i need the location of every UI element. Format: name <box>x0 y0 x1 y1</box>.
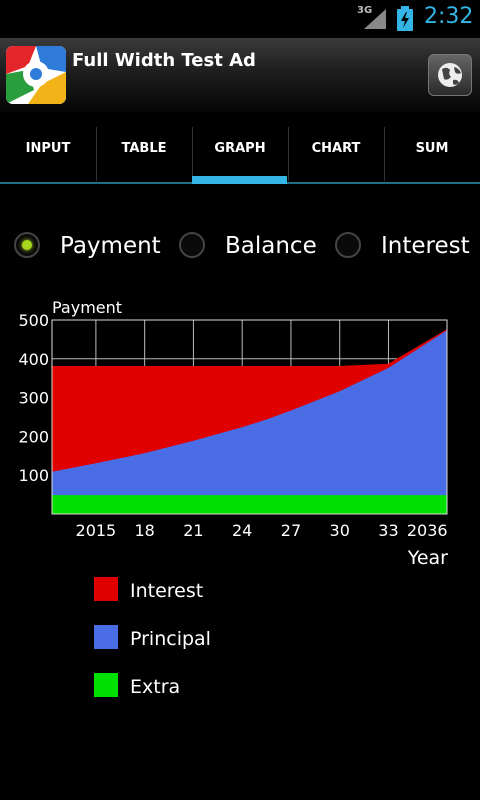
x-tick-label: 18 <box>134 521 154 540</box>
ad-title: Full Width Test Ad <box>72 50 256 71</box>
legend-swatch-principal <box>94 625 118 649</box>
y-tick-label: 100 <box>18 466 49 485</box>
legend-swatch-interest <box>94 577 118 601</box>
radio-balance-label[interactable]: Balance <box>225 233 317 259</box>
x-tick-label: 30 <box>330 521 350 540</box>
tab-graph[interactable]: GRAPH <box>192 124 288 184</box>
radio-checked-dot <box>22 240 32 250</box>
radio-balance[interactable] <box>179 232 205 258</box>
signal-icon <box>364 9 386 29</box>
tab-input[interactable]: INPUT <box>0 124 96 184</box>
x-tick-label: 24 <box>232 521 252 540</box>
legend-label-principal: Principal <box>130 628 211 650</box>
battery-charging-icon <box>397 6 413 31</box>
chart-title: Payment <box>52 298 122 317</box>
area-extra <box>51 494 448 515</box>
x-tick-label: 2015 <box>76 521 117 540</box>
x-tick-label: 2036 <box>407 521 448 540</box>
tab-table[interactable]: TABLE <box>96 124 192 184</box>
google-logo-icon <box>6 46 66 104</box>
tab-sum[interactable]: SUM <box>384 124 480 184</box>
tab-chart[interactable]: CHART <box>288 124 384 184</box>
clock: 2:32 <box>424 4 474 29</box>
y-tick-label: 400 <box>18 350 49 369</box>
radio-payment[interactable] <box>14 232 40 258</box>
legend-swatch-extra <box>94 673 118 697</box>
x-axis-label: Year <box>407 547 448 569</box>
x-tick-label: 21 <box>183 521 203 540</box>
tab-selected-indicator <box>192 176 287 184</box>
legend-label-extra: Extra <box>130 676 181 698</box>
payment-chart: Payment 100 200 300 400 500 2015 18 21 24 27 30 33 20… <box>18 298 448 569</box>
ad-globe-button[interactable] <box>428 54 472 96</box>
y-tick-label: 500 <box>18 311 49 330</box>
ad-banner[interactable]: Full Width Test Ad <box>0 38 480 112</box>
radio-interest-label[interactable]: Interest <box>381 233 470 259</box>
y-tick-label: 300 <box>18 389 49 408</box>
globe-icon <box>438 63 462 87</box>
status-bar: 3G 2:32 <box>0 0 480 38</box>
radio-payment-label[interactable]: Payment <box>60 233 161 259</box>
tab-bar: INPUT TABLE GRAPH CHART SUM <box>0 124 480 184</box>
x-tick-label: 33 <box>378 521 398 540</box>
radio-interest[interactable] <box>335 232 361 258</box>
legend-label-interest: Interest <box>130 580 204 602</box>
x-tick-label: 27 <box>281 521 301 540</box>
y-tick-label: 200 <box>18 427 49 446</box>
